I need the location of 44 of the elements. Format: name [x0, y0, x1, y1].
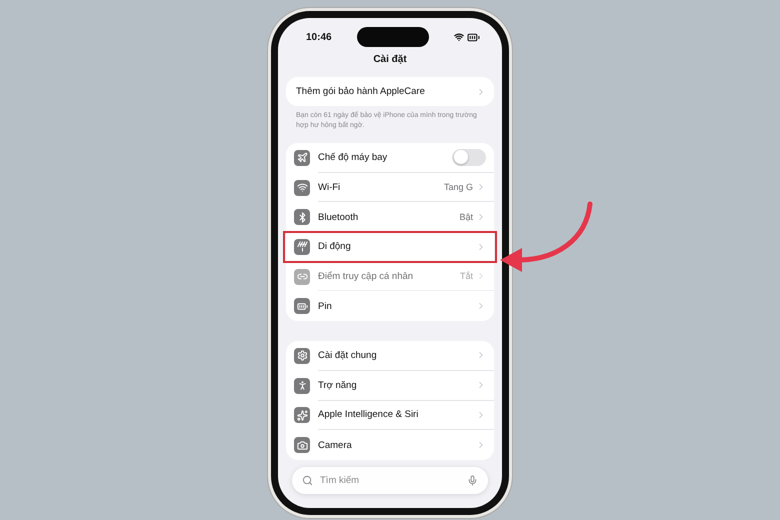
settings-row[interactable]: Apple Intelligence & Siri: [286, 400, 494, 430]
bluetooth-icon: [294, 209, 310, 226]
settings-row[interactable]: Camera: [286, 430, 494, 460]
camera-icon: [294, 437, 310, 454]
toggle-switch[interactable]: [452, 148, 486, 166]
person-icon: [294, 378, 310, 394]
airplane-icon: [294, 150, 310, 166]
row-label: Trợ năng: [318, 380, 358, 391]
row-value: Tang G: [444, 182, 473, 192]
row-label: Chế độ máy bay: [318, 152, 388, 163]
row-value: Bật: [459, 212, 473, 222]
settings-row[interactable]: Bluetooth Bật: [286, 202, 494, 232]
wifi-icon: [454, 32, 464, 42]
settings-row[interactable]: Trợ năng: [286, 370, 494, 400]
row-value: Tắt: [460, 271, 473, 282]
settings-row[interactable]: Cài đặt chung: [286, 341, 494, 371]
row-label: Thêm gói bảo hành AppleCare: [296, 86, 425, 97]
row-label: Wi-Fi: [318, 182, 342, 193]
battery-icon: [294, 298, 310, 314]
search-icon: [302, 475, 313, 486]
battery-icon: [466, 30, 480, 44]
settings-row[interactable]: Điểm truy cập cá nhân Tắt: [286, 262, 494, 292]
sparkle-icon: [294, 407, 310, 424]
status-time: 10:46: [306, 32, 332, 42]
page-title: Cài đặt: [372, 54, 408, 65]
search-input[interactable]: Tìm kiếm: [318, 474, 462, 487]
settings-row[interactable]: Pin: [286, 291, 494, 322]
gear-icon: [294, 348, 310, 364]
row-label: Di động: [318, 241, 352, 252]
link-icon: [294, 268, 310, 285]
row-label: Pin: [318, 300, 333, 312]
settings-row[interactable]: Wi-Fi Tang G: [286, 172, 494, 202]
row-label: Camera: [318, 440, 353, 451]
row-label: Điểm truy cập cá nhân: [318, 270, 414, 282]
search-field[interactable]: Tìm kiếm: [292, 467, 488, 494]
row-label: Cài đặt chung: [318, 350, 378, 361]
applecare-row[interactable]: Thêm gói bảo hành AppleCare: [286, 77, 494, 106]
row-label: Bluetooth: [318, 212, 360, 223]
row-label: Apple Intelligence & Siri: [318, 409, 420, 420]
antenna-icon: [294, 238, 310, 255]
microphone-icon[interactable]: [467, 475, 478, 486]
wifi-icon: [294, 180, 310, 196]
settings-row[interactable]: Chế độ máy bay: [286, 143, 494, 173]
highlighted-settings-row[interactable]: Di động: [284, 232, 496, 262]
